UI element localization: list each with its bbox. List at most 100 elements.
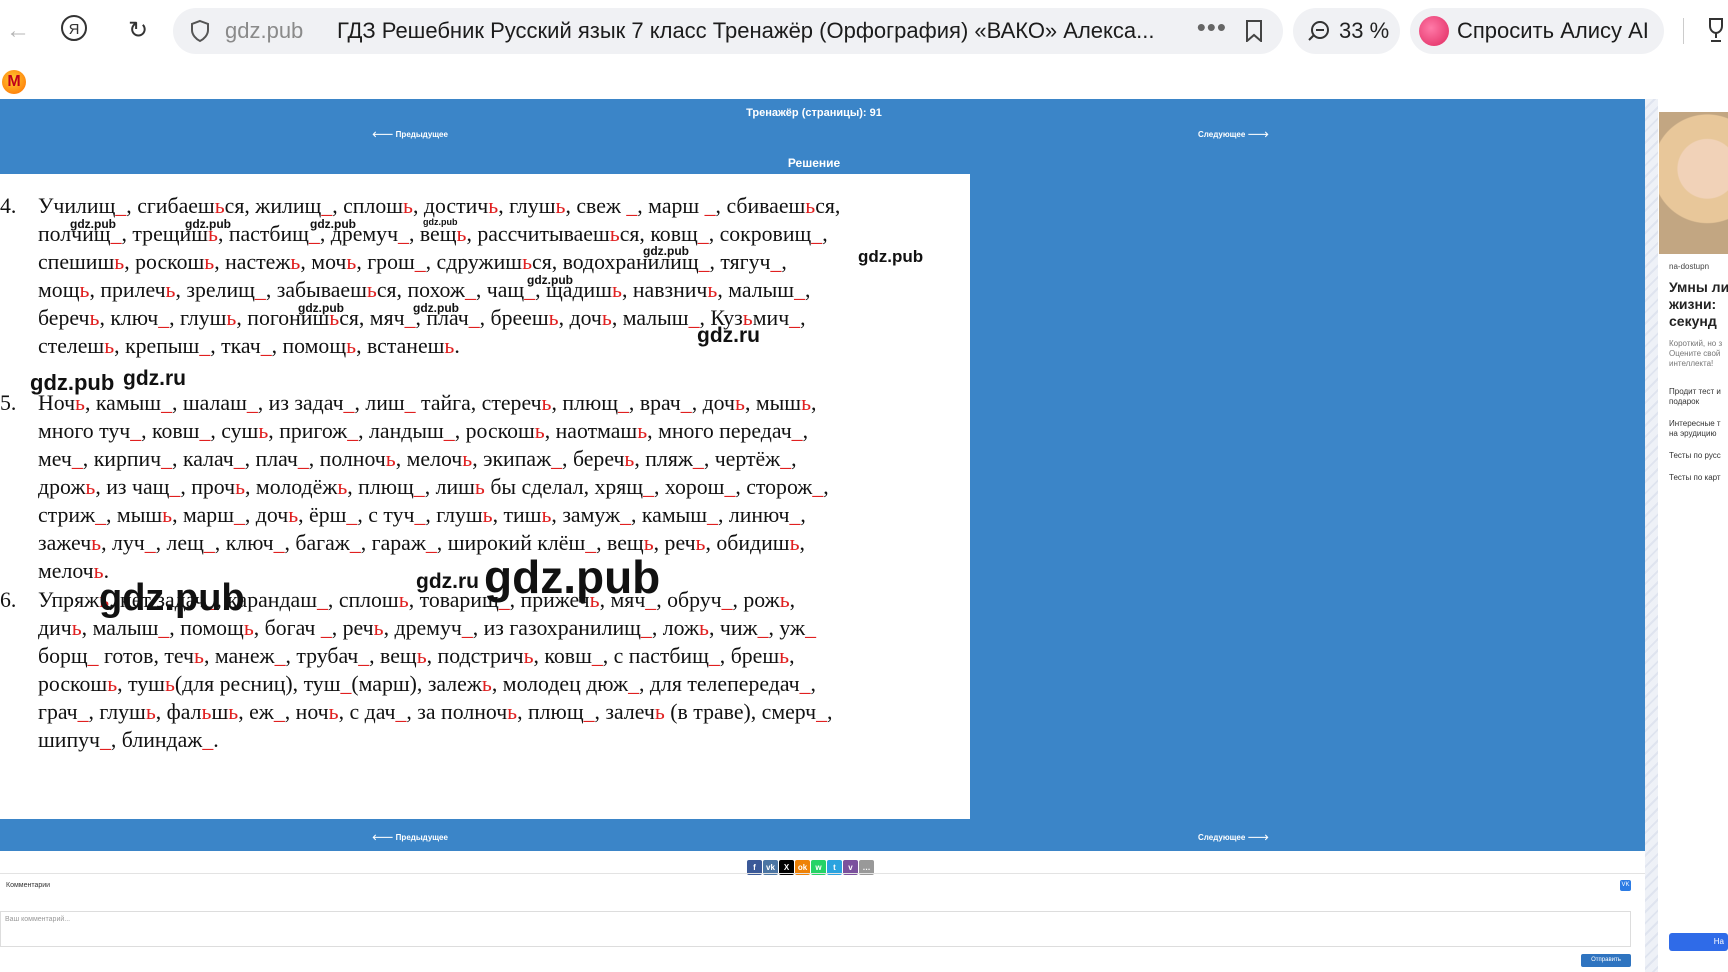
- marked-letter: _: [680, 391, 692, 415]
- marked-letter: ь: [91, 531, 102, 555]
- marked-letter: _: [260, 334, 272, 358]
- next-link-top[interactable]: Следующее 🡒: [1198, 129, 1269, 139]
- marked-letter: _: [551, 447, 563, 471]
- marked-letter: _: [591, 644, 603, 668]
- marked-letter: _: [640, 616, 652, 640]
- marked-letter: _: [811, 222, 823, 246]
- exercise-number: 4.: [0, 194, 17, 218]
- marked-letter: _: [468, 306, 480, 330]
- marked-letter: _: [273, 700, 285, 724]
- ad-link[interactable]: Тесты по русс: [1669, 451, 1721, 461]
- exercise-line: борщ_ готов, течь, манеж_, трубач_, вещь…: [38, 644, 795, 668]
- marked-letter: ь: [481, 672, 492, 696]
- marked-letter: _: [721, 588, 733, 612]
- watermark: gdz.pub: [423, 217, 458, 227]
- bookmark-icon[interactable]: [1245, 20, 1263, 42]
- ask-alice-label: Спросить Алису AI: [1457, 18, 1649, 43]
- page-title-in-address[interactable]: ГДЗ Решебник Русский язык 7 класс Тренаж…: [337, 18, 1177, 44]
- marked-letter: _: [233, 503, 245, 527]
- ad-photo[interactable]: [1659, 112, 1728, 254]
- ad-link-line: на эрудицию: [1669, 429, 1717, 438]
- ad-headline-line: секунд: [1669, 313, 1717, 329]
- marked-letter: _: [707, 503, 718, 527]
- marked-letter: _: [115, 194, 127, 218]
- solution-sheet: 4. Училищ_, сгибаешься, жилищ_, сплошь, д…: [0, 174, 970, 819]
- marked-letter: ь: [699, 616, 709, 640]
- marked-letter: _: [583, 700, 595, 724]
- address-bar[interactable]: gdz.pub ГДЗ Решебник Русский язык 7 клас…: [173, 8, 1283, 54]
- prev-link-bottom[interactable]: 🡐 Предыдущее: [372, 832, 448, 842]
- ad-link-line: подарок: [1669, 397, 1700, 406]
- back-arrow-icon[interactable]: ←: [0, 13, 36, 49]
- address-domain[interactable]: gdz.pub: [225, 18, 303, 44]
- marked-letter: _: [704, 194, 716, 218]
- marked-letter: ь: [474, 475, 485, 499]
- ad-button[interactable]: На: [1669, 933, 1728, 951]
- watermark: gdz.pub: [484, 551, 661, 603]
- marked-letter: ь: [444, 334, 455, 358]
- zoom-chat-icon: [1308, 21, 1329, 41]
- prev-link-top[interactable]: 🡐 Предыдущее: [372, 129, 448, 139]
- watermark: gdz.pub: [858, 247, 924, 266]
- more-icon[interactable]: •••: [1197, 12, 1227, 43]
- ad-headline[interactable]: Умны ли жизни: секунд: [1669, 279, 1728, 330]
- shield-icon[interactable]: [188, 19, 212, 43]
- marked-letter: ь: [548, 306, 559, 330]
- marked-letter: ь: [507, 700, 518, 724]
- marked-letter: ь: [114, 250, 125, 274]
- marked-letter: _: [464, 278, 476, 302]
- ad-source[interactable]: na-dostupn: [1669, 262, 1709, 271]
- ad-link[interactable]: Продит тест и подарок: [1669, 387, 1721, 407]
- bookmark-favicon[interactable]: M: [2, 70, 26, 94]
- marked-letter: ь: [71, 616, 82, 640]
- zoom-level: 33 %: [1339, 18, 1390, 43]
- yandex-logo-icon[interactable]: Я: [56, 13, 92, 49]
- ad-link[interactable]: Тесты по карт: [1669, 473, 1721, 483]
- exercise-line: стелешь, крепыш_, ткач_, помощь, встанеш…: [38, 334, 460, 358]
- vk-badge[interactable]: VK: [1620, 880, 1631, 891]
- reload-icon[interactable]: ↻: [120, 13, 156, 49]
- marked-letter: ь: [695, 531, 706, 555]
- send-comment-button[interactable]: Отправить: [1581, 954, 1631, 967]
- ask-alice-button[interactable]: Спросить Алису AI: [1410, 8, 1664, 54]
- ad-desc-line: Оцените свой: [1669, 349, 1721, 358]
- marked-letter: _: [254, 278, 266, 302]
- marked-letter: ь: [609, 222, 620, 246]
- ad-headline-line: жизни:: [1669, 296, 1717, 312]
- watermark: gdz.ru: [697, 324, 760, 347]
- marked-letter: _: [320, 616, 332, 640]
- marked-letter: ь: [235, 475, 246, 499]
- exercise-line: грач_, глушь, фальшь, еж_, ночь, с дач_,…: [38, 700, 833, 724]
- next-link-bottom[interactable]: Следующее 🡒: [1198, 832, 1269, 842]
- marked-letter: _: [757, 616, 769, 640]
- marked-letter: _: [246, 391, 258, 415]
- comment-input[interactable]: Ваш комментарий...: [0, 911, 1631, 947]
- watermark: gdz.pub: [99, 577, 245, 619]
- marked-letter: _: [144, 531, 156, 555]
- marked-letter: _: [77, 700, 89, 724]
- trophy-icon[interactable]: [1704, 16, 1728, 44]
- marked-letter: _: [203, 531, 215, 555]
- exercise-line: дрожь, из чащ_, прочь, молодёжь, плющ_, …: [38, 475, 829, 499]
- marked-letter: ь: [228, 700, 239, 724]
- marked-letter: ь: [204, 250, 215, 274]
- ad-link[interactable]: Интересные т на эрудицию: [1669, 419, 1721, 439]
- marked-letter: ь: [488, 194, 499, 218]
- marked-letter: _: [698, 250, 710, 274]
- marked-letter: ь: [601, 306, 612, 330]
- marked-letter: ь: [637, 419, 648, 443]
- marked-letter: ь: [779, 644, 790, 668]
- exercise-line: Училищ_, сгибаешься, жилищ_, сплошь, дос…: [38, 194, 841, 218]
- marked-letter: _: [789, 306, 801, 330]
- marked-letter: ь: [337, 475, 348, 499]
- exercise-line: Ночь, камыш_, шалаш_, из задач_, лиш_ та…: [38, 391, 817, 415]
- exercise-line: много туч_, ковш_, сушь, пригож_, ландыш…: [38, 419, 809, 443]
- zoom-indicator[interactable]: 33 %: [1293, 8, 1400, 54]
- svg-text:Я: Я: [69, 21, 80, 38]
- marked-letter: _: [414, 250, 426, 274]
- ad-link-line: Продит тест и: [1669, 387, 1721, 396]
- marked-letter: ь: [801, 391, 812, 415]
- watermark: gdz.pub: [70, 217, 116, 231]
- marked-letter: _: [99, 728, 111, 752]
- marked-letter: _: [273, 531, 285, 555]
